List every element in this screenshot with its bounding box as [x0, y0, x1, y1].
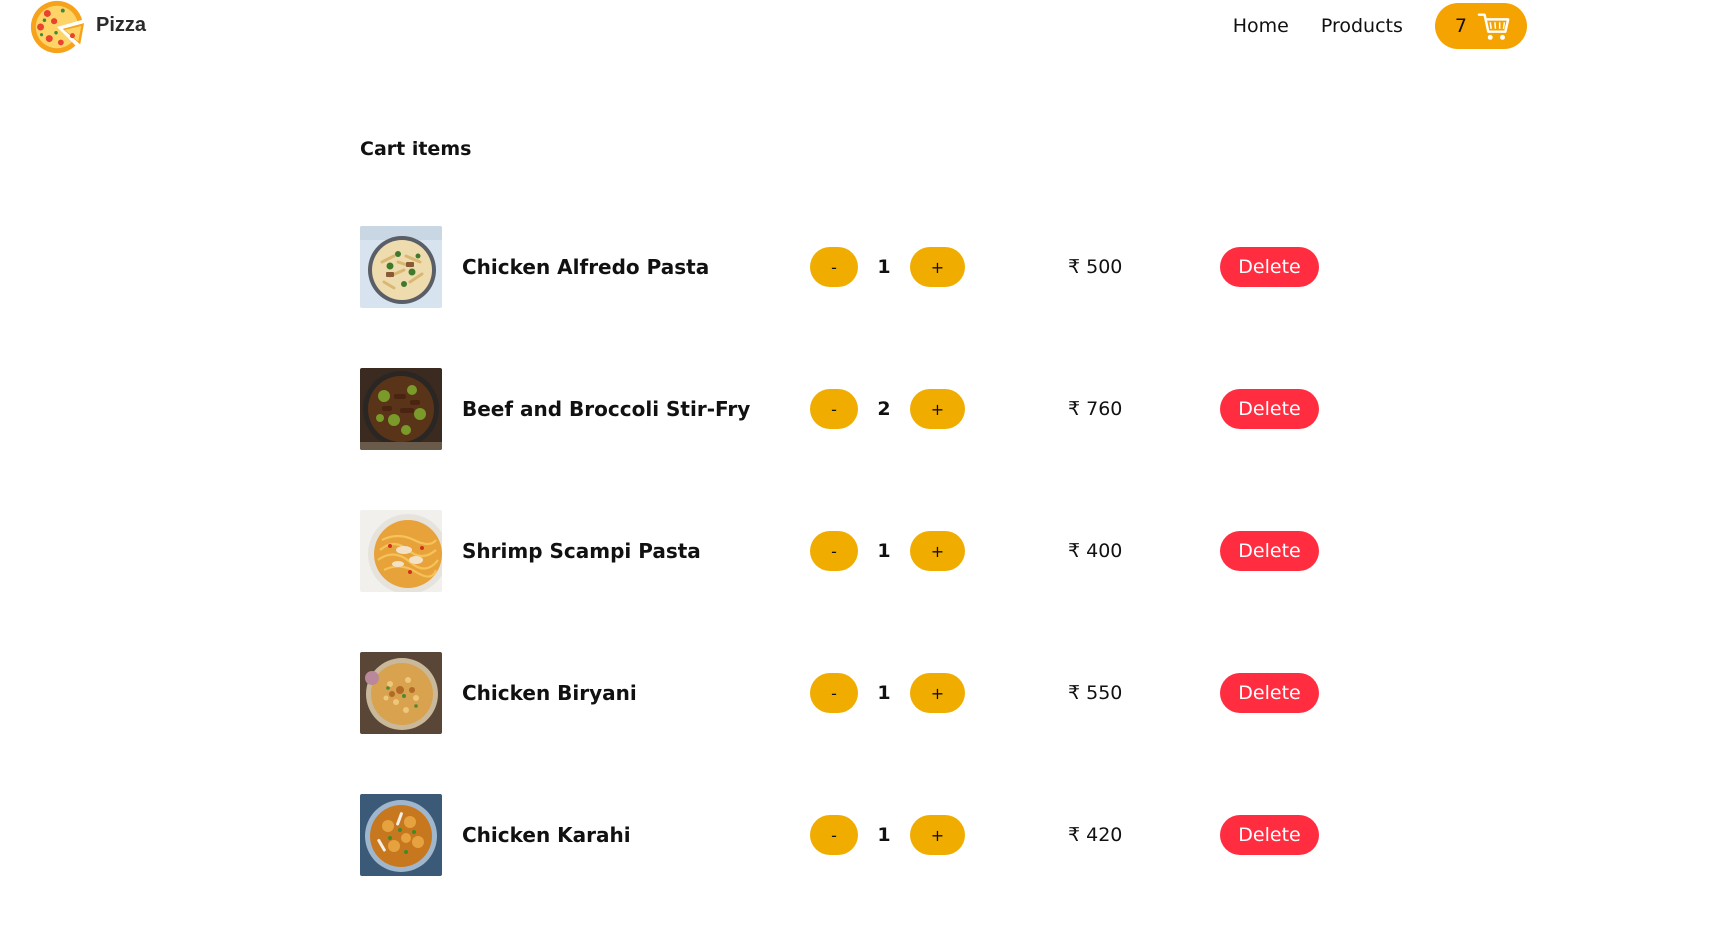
pasta-bowl-image — [360, 226, 442, 308]
karahi-bowl-image — [360, 794, 442, 876]
cart-item-row: Chicken Alfredo Pasta - 1 + ₹ 500 Delete — [360, 226, 1360, 308]
stir-fry-pan-image — [360, 368, 442, 450]
nav-home-link[interactable]: Home — [1233, 15, 1289, 37]
cart-item-row: Chicken Karahi - 1 + ₹ 420 Delete — [360, 794, 1360, 876]
shopping-cart-icon — [1477, 13, 1510, 40]
item-name: Chicken Karahi — [462, 823, 631, 847]
item-price: ₹ 760 — [1068, 398, 1123, 420]
item-name: Shrimp Scampi Pasta — [462, 539, 701, 563]
delete-item-button[interactable]: Delete — [1220, 815, 1319, 855]
cart-count-badge: 7 — [1454, 15, 1467, 37]
decrease-quantity-button[interactable]: - — [810, 247, 858, 287]
increase-quantity-button[interactable]: + — [910, 389, 965, 429]
biryani-bowl-image — [360, 652, 442, 734]
item-quantity: 1 — [877, 824, 891, 846]
decrease-quantity-button[interactable]: - — [810, 531, 858, 571]
spaghetti-plate-image — [360, 510, 442, 592]
top-navbar: Pizza Home Products 7 — [0, 0, 1710, 60]
delete-item-button[interactable]: Delete — [1220, 531, 1319, 571]
cart-button[interactable]: 7 — [1434, 3, 1527, 49]
decrease-quantity-button[interactable]: - — [810, 389, 858, 429]
cart-title: Cart items — [360, 138, 472, 160]
decrease-quantity-button[interactable]: - — [810, 815, 858, 855]
main-nav: Home Products 7 — [1233, 2, 1527, 50]
pizza-logo-icon — [30, 0, 86, 54]
item-price: ₹ 400 — [1068, 540, 1123, 562]
brand-link[interactable]: Pizza — [28, 0, 146, 56]
item-name: Chicken Alfredo Pasta — [462, 255, 710, 279]
delete-item-button[interactable]: Delete — [1220, 247, 1319, 287]
nav-products-link[interactable]: Products — [1321, 15, 1403, 37]
increase-quantity-button[interactable]: + — [910, 247, 965, 287]
cart-item-row: Beef and Broccoli Stir-Fry - 2 + ₹ 760 D… — [360, 368, 1360, 450]
item-price: ₹ 550 — [1068, 682, 1123, 704]
cart-item-row: Chicken Biryani - 1 + ₹ 550 Delete — [360, 652, 1360, 734]
brand-name: Pizza — [96, 13, 147, 36]
cart-item-row: Shrimp Scampi Pasta - 1 + ₹ 400 Delete — [360, 510, 1360, 592]
delete-item-button[interactable]: Delete — [1220, 673, 1319, 713]
delete-item-button[interactable]: Delete — [1220, 389, 1319, 429]
item-quantity: 1 — [877, 256, 891, 278]
item-quantity: 1 — [877, 682, 891, 704]
item-quantity: 1 — [877, 540, 891, 562]
increase-quantity-button[interactable]: + — [910, 531, 965, 571]
increase-quantity-button[interactable]: + — [910, 673, 965, 713]
cart-list: Chicken Alfredo Pasta - 1 + ₹ 500 Delete — [360, 226, 1360, 936]
item-name: Chicken Biryani — [462, 681, 637, 705]
increase-quantity-button[interactable]: + — [910, 815, 965, 855]
decrease-quantity-button[interactable]: - — [810, 673, 858, 713]
item-price: ₹ 420 — [1068, 824, 1123, 846]
item-quantity: 2 — [877, 398, 891, 420]
item-name: Beef and Broccoli Stir-Fry — [462, 397, 751, 421]
item-price: ₹ 500 — [1068, 256, 1123, 278]
